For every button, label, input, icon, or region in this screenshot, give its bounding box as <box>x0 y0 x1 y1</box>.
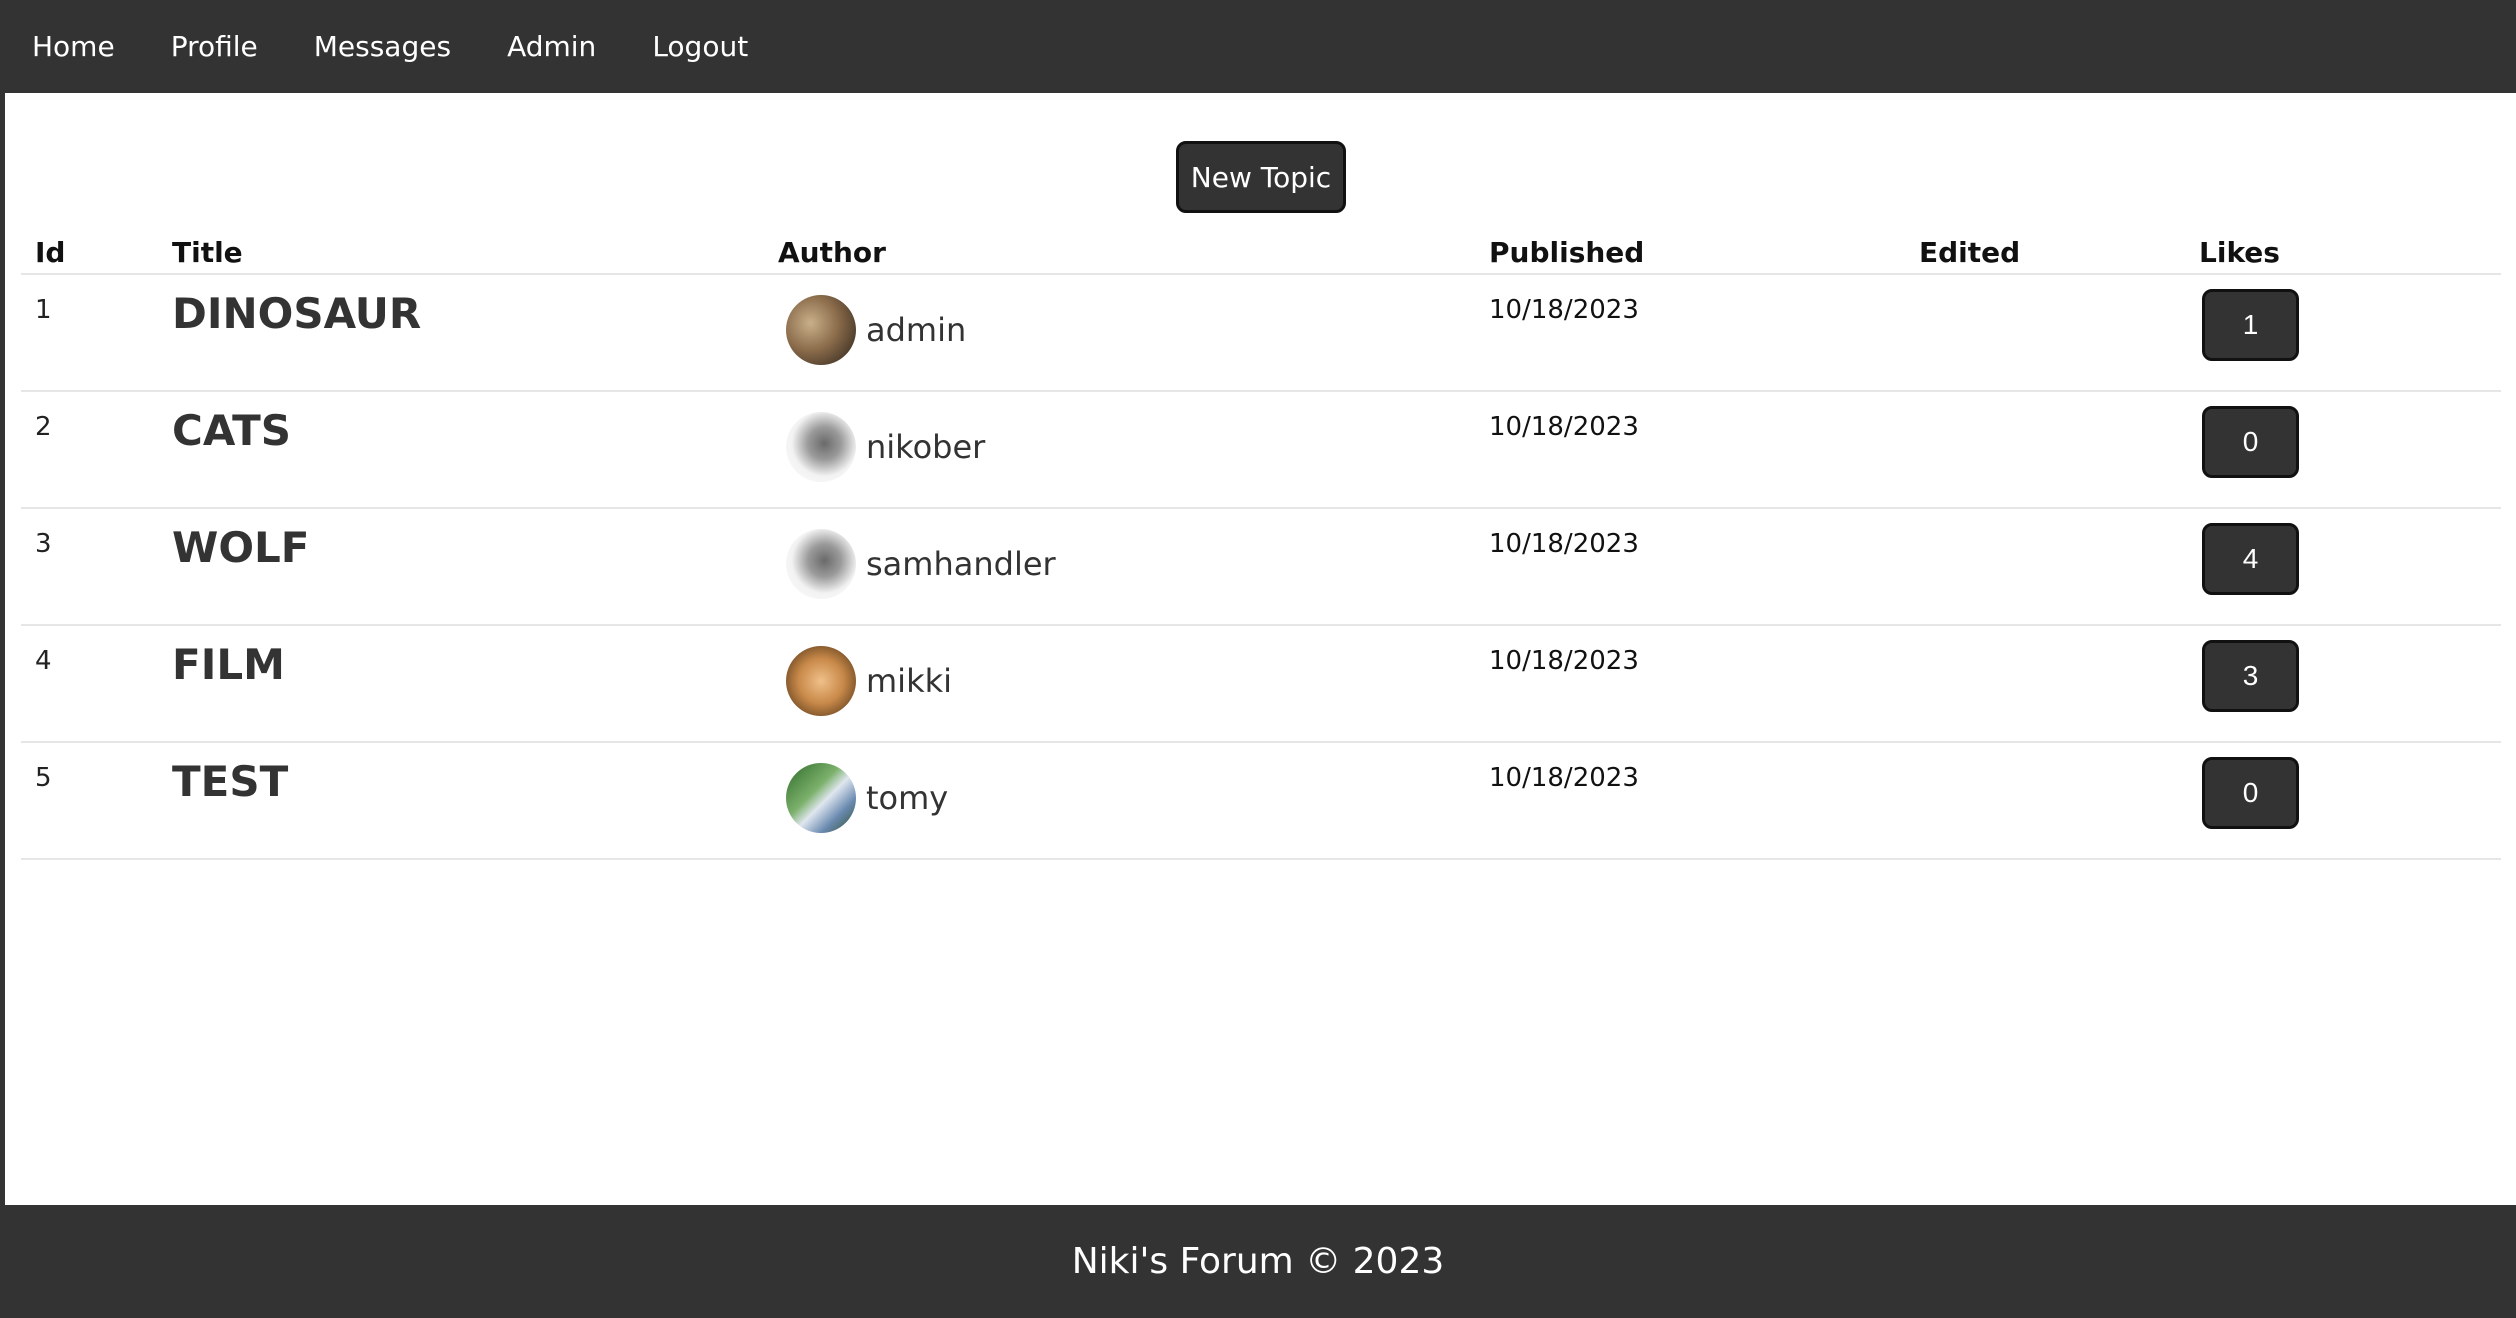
table-row: 2 CATS nikober 10/18/2023 0 <box>21 392 2501 509</box>
row-id: 1 <box>35 295 52 325</box>
author-name: admin <box>866 311 967 349</box>
header-published: Published <box>1489 236 1645 269</box>
row-id: 4 <box>35 646 52 676</box>
cat-avatar <box>786 529 856 599</box>
table-row: 5 TEST tomy 10/18/2023 0 <box>21 743 2501 860</box>
header-id: Id <box>35 236 66 269</box>
header-edited: Edited <box>1919 236 2021 269</box>
row-id: 3 <box>35 529 52 559</box>
author-cell[interactable]: samhandler <box>786 529 1056 599</box>
row-id: 5 <box>35 763 52 793</box>
nav-profile-link[interactable]: Profile <box>171 30 258 63</box>
author-cell[interactable]: admin <box>786 295 966 365</box>
header-likes: Likes <box>2199 236 2280 269</box>
footer-copyright: Niki's Forum © 2023 <box>1071 1241 1445 1282</box>
author-name: samhandler <box>866 545 1056 583</box>
topic-title-link[interactable]: WOLF <box>172 523 309 572</box>
row-id: 2 <box>35 412 52 442</box>
author-name: nikober <box>866 428 986 466</box>
author-cell[interactable]: nikober <box>786 412 985 482</box>
tiger-avatar <box>786 763 856 833</box>
author-cell[interactable]: mikki <box>786 646 952 716</box>
new-topic-button[interactable]: New Topic <box>1176 141 1346 213</box>
header-author: Author <box>778 236 886 269</box>
table-row: 4 FILM mikki 10/18/2023 3 <box>21 626 2501 743</box>
published-date: 10/18/2023 <box>1489 646 1639 676</box>
author-name: mikki <box>866 662 953 700</box>
page-footer: Niki's Forum © 2023 <box>0 1205 2516 1318</box>
nav-home-link[interactable]: Home <box>32 30 115 63</box>
nav-messages-link[interactable]: Messages <box>314 30 451 63</box>
published-date: 10/18/2023 <box>1489 412 1639 442</box>
like-button[interactable]: 4 <box>2202 523 2299 595</box>
topic-title-link[interactable]: TEST <box>172 757 288 806</box>
table-header: Id Title Author Published Edited Likes <box>21 233 2501 275</box>
cat-avatar <box>786 412 856 482</box>
topics-table: Id Title Author Published Edited Likes 1… <box>21 233 2501 860</box>
author-name: tomy <box>866 779 949 817</box>
header-title: Title <box>172 236 243 269</box>
like-button[interactable]: 0 <box>2202 406 2299 478</box>
like-button[interactable]: 1 <box>2202 289 2299 361</box>
published-date: 10/18/2023 <box>1489 763 1639 793</box>
author-cell[interactable]: tomy <box>786 763 948 833</box>
top-navbar: Home Profile Messages Admin Logout <box>0 0 2516 93</box>
table-row: 3 WOLF samhandler 10/18/2023 4 <box>21 509 2501 626</box>
topic-title-link[interactable]: DINOSAUR <box>172 289 421 338</box>
main-content: New Topic Id Title Author Published Edit… <box>5 93 2516 1205</box>
nav-admin-link[interactable]: Admin <box>507 30 596 63</box>
cat-avatar <box>786 646 856 716</box>
nav-logout-link[interactable]: Logout <box>652 30 748 63</box>
published-date: 10/18/2023 <box>1489 295 1639 325</box>
cat-avatar <box>786 295 856 365</box>
table-row: 1 DINOSAUR admin 10/18/2023 1 <box>21 275 2501 392</box>
published-date: 10/18/2023 <box>1489 529 1639 559</box>
topic-title-link[interactable]: CATS <box>172 406 291 455</box>
topic-title-link[interactable]: FILM <box>172 640 285 689</box>
like-button[interactable]: 0 <box>2202 757 2299 829</box>
like-button[interactable]: 3 <box>2202 640 2299 712</box>
